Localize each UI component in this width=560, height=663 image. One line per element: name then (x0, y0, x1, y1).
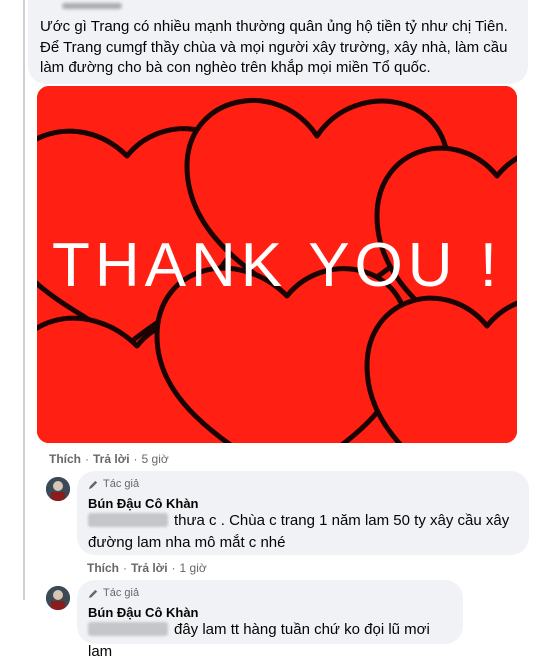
author-badge: Tác giả (88, 587, 139, 599)
pencil-icon (88, 480, 98, 489)
thank-you-image[interactable]: THANK YOU ! (37, 86, 517, 443)
pencil-icon (88, 589, 98, 598)
blurred-mention[interactable] (88, 513, 168, 527)
separator-dot: · (133, 452, 138, 466)
separator-dot: · (123, 561, 127, 575)
reply-text: thưa c . Chùa c trang 1 năm lam 50 ty xâ… (88, 510, 518, 554)
reply-author-name[interactable]: Bún Đậu Cô Khàn (88, 496, 199, 511)
reply-button[interactable]: Trả lời (93, 452, 130, 466)
blurred-commenter-name (62, 3, 122, 9)
reply-author-name[interactable]: Bún Đậu Cô Khàn (88, 605, 199, 620)
avatar[interactable] (46, 586, 70, 610)
author-badge-label: Tác giả (103, 478, 140, 490)
author-badge-label: Tác giả (103, 587, 140, 599)
reply-actions: Thích · Trả lời · 1 giờ (87, 561, 207, 575)
reply-text: đây lam tt hàng tuần chứ ko đọi lũ mơi l… (88, 619, 458, 663)
blurred-mention[interactable] (88, 622, 168, 636)
like-button[interactable]: Thích (49, 452, 81, 466)
avatar-image (46, 477, 70, 501)
avatar[interactable] (46, 477, 70, 501)
comment-actions: Thích · Trả lời · 5 giờ (49, 452, 169, 466)
thread-line (23, 0, 25, 600)
reply-timestamp[interactable]: 1 giờ (180, 561, 207, 575)
author-badge: Tác giả (88, 478, 139, 490)
separator-dot: · (171, 561, 176, 575)
separator-dot: · (85, 452, 89, 466)
comment-timestamp[interactable]: 5 giờ (142, 452, 169, 466)
avatar-image (46, 586, 70, 610)
comment-text: Ước gì Trang có nhiều mạnh thường quân ủ… (40, 18, 508, 76)
image-caption-text: THANK YOU ! (52, 231, 502, 300)
hearts-illustration: THANK YOU ! (37, 86, 517, 443)
like-button[interactable]: Thích (87, 561, 119, 575)
reply-button[interactable]: Trả lời (131, 561, 168, 575)
